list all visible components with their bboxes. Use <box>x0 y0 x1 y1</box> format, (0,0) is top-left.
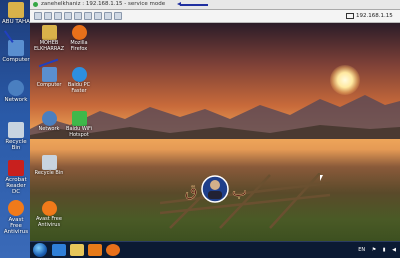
firefox-icon <box>71 25 87 40</box>
viewer-title: zanehelkhaniz : 192.168.1.15 - service m… <box>41 1 166 7</box>
remote-icon-label: Avast Free Antivirus <box>36 216 62 228</box>
remote-taskbar: EN ⚑ ▮ ◀ <box>30 241 400 258</box>
toolbar-back-icon[interactable] <box>44 12 52 20</box>
host-icon-recycle-bin[interactable]: Recycle Bin <box>2 122 30 151</box>
remote-desktop: ق ب MOHEB ELKHARRAZ Mozilla Firefox Comp… <box>30 23 400 241</box>
host-icon-network[interactable]: Network <box>2 80 30 103</box>
remote-icon-user-folder[interactable]: MOHEB ELKHARRAZ <box>32 25 66 52</box>
taskbar-media-player-icon[interactable] <box>88 244 102 256</box>
toolbar-settings-icon[interactable] <box>84 12 92 20</box>
remote-icon-network[interactable]: Network <box>32 111 66 133</box>
host-icon-label: Computer <box>2 57 30 63</box>
remote-icon-avast[interactable]: Avast Free Antivirus <box>32 201 66 228</box>
avast-icon <box>8 200 24 216</box>
remote-icon-label: Network <box>38 126 60 132</box>
host-icon-label: Acrobat Reader DC <box>5 177 27 195</box>
computer-icon <box>8 40 24 56</box>
host-icon-label: ABU TAHA <box>2 19 30 25</box>
remote-icon-computer[interactable]: Computer <box>32 67 66 89</box>
viewer-titlebar: zanehelkhaniz : 192.168.1.15 - service m… <box>30 0 400 10</box>
host-icon-user-folder[interactable]: ABU TAHA <box>2 2 30 25</box>
mouse-cursor-icon <box>320 175 323 181</box>
host-icon-label: Recycle Bin <box>5 139 27 151</box>
remote-icon-label: Baidu PC Faster <box>67 82 91 94</box>
annotation-arrow <box>177 2 208 6</box>
toolbar-keyboard-icon[interactable] <box>74 12 82 20</box>
host-icon-avast[interactable]: Avast Free Antivirus <box>2 200 30 235</box>
host-icon-label: Network <box>4 97 28 103</box>
wifi-hotspot-icon <box>71 111 87 126</box>
user-folder-icon <box>41 25 57 40</box>
remote-icon-firefox[interactable]: Mozilla Firefox <box>62 25 96 52</box>
start-button[interactable] <box>33 243 47 257</box>
network-icon <box>8 80 24 96</box>
address-text: 192.168.1.15 <box>356 13 393 19</box>
baidu-icon <box>71 67 87 82</box>
host-icon-label: Avast Free Antivirus <box>3 217 29 235</box>
host-icon-acrobat[interactable]: Acrobat Reader DC <box>2 160 30 195</box>
remote-icon-wifi-hotspot[interactable]: Baidu WiFi Hotspot <box>62 111 96 138</box>
svg-text:ب: ب <box>232 181 247 200</box>
taskbar-firefox-icon[interactable] <box>106 244 120 256</box>
address-display: 192.168.1.15 <box>346 11 398 21</box>
host-icon-computer[interactable]: Computer <box>2 40 30 63</box>
computer-icon <box>41 67 57 82</box>
remote-icon-label: MOHEB ELKHARRAZ <box>34 40 64 52</box>
remote-icon-baidu-pc-faster[interactable]: Baidu PC Faster <box>62 67 96 94</box>
toolbar-transfer-icon[interactable] <box>94 12 102 20</box>
recycle-bin-icon <box>41 155 57 170</box>
flag-icon[interactable]: ⚑ <box>372 247 376 253</box>
system-tray: EN ⚑ ▮ ◀ <box>353 242 396 258</box>
acrobat-icon <box>8 160 24 176</box>
remote-icon-label: Mozilla Firefox <box>70 40 88 52</box>
toolbar-chat-icon[interactable] <box>104 12 112 20</box>
monitor-icon <box>346 12 354 19</box>
remote-viewer-window: zanehelkhaniz : 192.168.1.15 - service m… <box>30 0 400 258</box>
recycle-bin-icon <box>8 122 24 138</box>
remote-icon-label: Recycle Bin <box>34 170 64 176</box>
network-icon <box>41 111 57 126</box>
network-tray-icon[interactable]: ▮ <box>383 247 386 253</box>
remote-icon-label: Baidu WiFi Hotspot <box>66 126 92 138</box>
taskbar-explorer-icon[interactable] <box>70 244 84 256</box>
toolbar-power-icon[interactable] <box>114 12 122 20</box>
svg-text:ق: ق <box>185 181 197 200</box>
toolbar-screen-icon[interactable] <box>64 12 72 20</box>
remote-icon-label: Computer <box>36 82 62 88</box>
user-folder-icon <box>8 2 24 18</box>
viewer-toolbar: 192.168.1.15 <box>30 10 400 23</box>
toolbar-menu-icon[interactable] <box>34 12 42 20</box>
volume-icon[interactable]: ◀ <box>392 247 396 253</box>
connection-status-icon <box>33 2 38 7</box>
remote-icon-recycle-bin[interactable]: Recycle Bin <box>32 155 66 177</box>
language-indicator[interactable]: EN <box>358 247 365 253</box>
avast-icon <box>41 201 57 216</box>
watermark-logo: ق ب <box>185 175 247 203</box>
taskbar-ie-icon[interactable] <box>52 244 66 256</box>
toolbar-view-icon[interactable] <box>54 12 62 20</box>
